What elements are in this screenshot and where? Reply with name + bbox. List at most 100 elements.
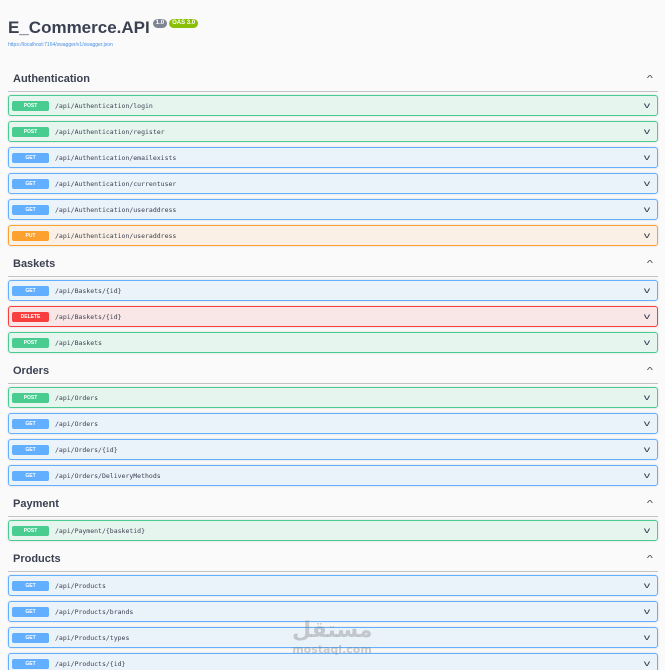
method-badge: GET — [12, 470, 49, 481]
operation-path: /api/Orders — [55, 393, 99, 402]
chevron-up-icon[interactable]: ^ — [647, 74, 653, 83]
method-badge: GET — [12, 658, 49, 669]
operations: GET/api/Products v GET/api/Products/brands… — [8, 572, 658, 670]
operation-get-row[interactable]: GET/api/Authentication/emailexists v — [8, 147, 658, 168]
chevron-down-icon[interactable]: v — [644, 338, 650, 347]
tag-name: Baskets — [13, 257, 56, 270]
spec-json-link[interactable]: https://localhost:7164/swagger/v1/swagge… — [8, 42, 657, 48]
tag-section-authentication: Authentication ^ POST/api/Authentication/l… — [0, 66, 665, 246]
operation-path: /api/Authentication/useraddress — [55, 231, 177, 240]
operation-path: /api/Authentication/useraddress — [55, 205, 177, 214]
operation-put-row[interactable]: PUT/api/Authentication/useraddress v — [8, 225, 658, 246]
operation-path: /api/Orders/{id} — [55, 445, 118, 454]
operation-path: /api/Products/brands — [55, 607, 134, 616]
tag-name: Authentication — [13, 72, 90, 85]
chevron-down-icon[interactable]: v — [644, 526, 650, 535]
operations: POST/api/Authentication/login v POST/api/A… — [8, 92, 658, 246]
tag-name: Products — [13, 552, 61, 565]
chevron-down-icon[interactable]: v — [644, 153, 650, 162]
chevron-down-icon[interactable]: v — [644, 205, 650, 214]
tag-header-authentication[interactable]: Authentication ^ — [8, 66, 658, 92]
tag-header-orders[interactable]: Orders ^ — [8, 358, 658, 384]
chevron-down-icon[interactable]: v — [644, 471, 650, 480]
operation-post-row[interactable]: POST/api/Authentication/register v — [8, 121, 658, 142]
method-badge: GET — [12, 152, 49, 163]
operation-post-row[interactable]: POST/api/Baskets v — [8, 332, 658, 353]
operation-path: /api/Baskets — [55, 338, 102, 347]
chevron-down-icon[interactable]: v — [644, 231, 650, 240]
operation-path: /api/Payment/{basketid} — [55, 526, 146, 535]
tag-name: Orders — [13, 364, 50, 377]
method-badge: GET — [12, 444, 49, 455]
method-badge: POST — [12, 392, 49, 403]
method-badge: GET — [12, 178, 49, 189]
tag-header-payment[interactable]: Payment ^ — [8, 491, 658, 517]
operation-get-row[interactable]: GET/api/Orders/DeliveryMethods v — [8, 465, 658, 486]
operation-get-row[interactable]: GET/api/Baskets/{id} v — [8, 280, 658, 301]
method-badge: POST — [12, 100, 49, 111]
operation-path: /api/Orders — [55, 419, 99, 428]
chevron-down-icon[interactable]: v — [644, 445, 650, 454]
chevron-down-icon[interactable]: v — [644, 127, 650, 136]
tag-name: Payment — [13, 497, 59, 510]
chevron-up-icon[interactable]: ^ — [647, 366, 653, 375]
method-badge: POST — [12, 337, 49, 348]
operation-get-row[interactable]: GET/api/Products/{id} v — [8, 653, 658, 670]
operation-get-row[interactable]: GET/api/Authentication/useraddress v — [8, 199, 658, 220]
operation-path: /api/Baskets/{id} — [55, 312, 122, 321]
operation-path: /api/Products/types — [55, 633, 130, 642]
tag-section-payment: Payment ^ POST/api/Payment/{basketid} v — [0, 491, 665, 541]
operation-get-row[interactable]: GET/api/Products v — [8, 575, 658, 596]
operation-delete-row[interactable]: DELETE/api/Baskets/{id} v — [8, 306, 658, 327]
operations: POST/api/Orders v GET/api/Orders v GET/api/O… — [8, 384, 658, 486]
chevron-down-icon[interactable]: v — [644, 419, 650, 428]
method-badge: GET — [12, 606, 49, 617]
operation-post-row[interactable]: POST/api/Payment/{basketid} v — [8, 520, 658, 541]
chevron-down-icon[interactable]: v — [644, 633, 650, 642]
operation-path: /api/Products/{id} — [55, 659, 126, 668]
operation-post-row[interactable]: POST/api/Authentication/login v — [8, 95, 658, 116]
version-badge: 1.0 — [152, 18, 168, 28]
operation-path: /api/Authentication/emailexists — [55, 153, 177, 162]
tag-section-products: Products ^ GET/api/Products v GET/api/Produc… — [0, 546, 665, 670]
chevron-down-icon[interactable]: v — [644, 101, 650, 110]
chevron-down-icon[interactable]: v — [644, 312, 650, 321]
operation-path: /api/Products — [55, 581, 106, 590]
operation-path: /api/Authentication/login — [55, 101, 153, 110]
operations-list: Authentication ^ POST/api/Authentication/l… — [0, 66, 665, 670]
operation-get-row[interactable]: GET/api/Products/brands v — [8, 601, 658, 622]
chevron-down-icon[interactable]: v — [644, 393, 650, 402]
operation-post-row[interactable]: POST/api/Orders v — [8, 387, 658, 408]
title-row: E_Commerce.API 1.0 OAS 3.0 — [8, 18, 657, 38]
method-badge: PUT — [12, 230, 49, 241]
oas-badge: OAS 3.0 — [169, 18, 199, 28]
operation-path: /api/Baskets/{id} — [55, 286, 122, 295]
operation-get-row[interactable]: GET/api/Authentication/currentuser v — [8, 173, 658, 194]
tag-section-orders: Orders ^ POST/api/Orders v GET/api/Orders v GE… — [0, 358, 665, 486]
method-badge: GET — [12, 580, 49, 591]
api-info: E_Commerce.API 1.0 OAS 3.0 https://local… — [0, 0, 665, 66]
method-badge: GET — [12, 285, 49, 296]
chevron-down-icon[interactable]: v — [644, 286, 650, 295]
operation-path: /api/Authentication/register — [55, 127, 165, 136]
chevron-up-icon[interactable]: ^ — [647, 259, 653, 268]
method-badge: DELETE — [12, 311, 49, 322]
chevron-down-icon[interactable]: v — [644, 581, 650, 590]
tag-header-baskets[interactable]: Baskets ^ — [8, 251, 658, 277]
tag-header-products[interactable]: Products ^ — [8, 546, 658, 572]
operation-get-row[interactable]: GET/api/Orders/{id} v — [8, 439, 658, 460]
chevron-down-icon[interactable]: v — [644, 179, 650, 188]
method-badge: POST — [12, 525, 49, 536]
chevron-up-icon[interactable]: ^ — [647, 554, 653, 563]
chevron-down-icon[interactable]: v — [644, 659, 650, 668]
operations: POST/api/Payment/{basketid} v — [8, 517, 658, 541]
operation-get-row[interactable]: GET/api/Orders v — [8, 413, 658, 434]
chevron-down-icon[interactable]: v — [644, 607, 650, 616]
api-title: E_Commerce.API — [8, 18, 150, 37]
operation-get-row[interactable]: GET/api/Products/types v — [8, 627, 658, 648]
tag-section-baskets: Baskets ^ GET/api/Baskets/{id} v DELETE/api/… — [0, 251, 665, 353]
chevron-up-icon[interactable]: ^ — [647, 499, 653, 508]
method-badge: GET — [12, 418, 49, 429]
operation-path: /api/Orders/DeliveryMethods — [55, 471, 161, 480]
operation-path: /api/Authentication/currentuser — [55, 179, 177, 188]
